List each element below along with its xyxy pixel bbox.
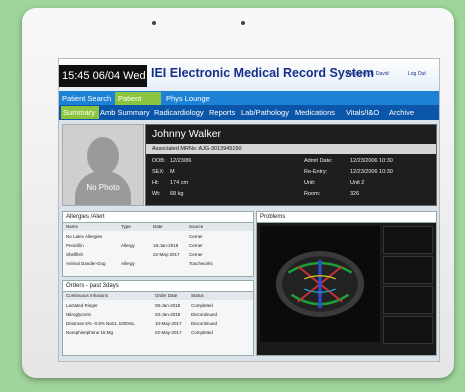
col-name: Name [66, 224, 79, 229]
order-status: Completed [191, 303, 213, 308]
allergies-panel: Allergies /Alert Name Type Date Source N… [62, 211, 254, 277]
orders-title: Orders - past 3days [63, 281, 253, 292]
scan-thumbnail[interactable] [383, 316, 433, 344]
problems-panel: Problems [256, 211, 437, 356]
order-name: Dextrose 5% -0.9% NaCL 1000mL [66, 321, 135, 326]
admit-value: 12/23/2006 10:30 [350, 158, 393, 164]
allergy-name: Penicillin [66, 243, 84, 248]
col-order-date: Order Date [155, 293, 178, 298]
reentry-label: Re-Entry: [304, 169, 328, 175]
allergies-title: Allergies /Alert [63, 212, 253, 223]
height-label: Ht: [152, 180, 160, 186]
order-date: 10-May-2017 [155, 321, 182, 326]
col-status: Status [191, 293, 204, 298]
allergy-source: Cerner [189, 234, 203, 239]
weight-label: Wt: [152, 191, 161, 197]
no-photo-label: No Photo [86, 183, 120, 192]
tab-summary[interactable]: Summary [61, 106, 99, 119]
top-bar: 15:45 06/04 Wed IEI Electronic Medical R… [59, 59, 439, 91]
unit-label: Unit: [304, 180, 316, 186]
order-name: Nitroglycerin [66, 312, 92, 317]
order-name: Norephinephrine 16 Mg [66, 330, 114, 335]
scan-thumbnails [383, 226, 433, 344]
problems-title: Problems [257, 212, 436, 223]
col-infusion: Continuous Infusions [66, 293, 109, 298]
tab-patient-search[interactable]: Patient Search [59, 92, 115, 105]
col-type: Type [121, 224, 131, 229]
secondary-tabs: Summary Amb Summary Radicardiology Repor… [59, 105, 439, 120]
room-value: 326 [350, 191, 360, 197]
order-status: Discontinued [191, 312, 218, 317]
scan-thumbnail[interactable] [383, 226, 433, 254]
sex-label: SEX: [152, 169, 165, 175]
tab-amb-summary[interactable]: Amb Summary [100, 106, 150, 119]
height-value: 174 cm [170, 180, 189, 186]
logout-link[interactable]: Log Out [408, 71, 426, 77]
avatar-head [87, 137, 119, 175]
dob-value: 12/23/86 [170, 158, 192, 164]
associated-mrn: Associated MRNs: AJG-3013945150 [146, 144, 436, 154]
order-date: 03-Jan-2018 [155, 312, 181, 317]
unit-value: Unit 2 [350, 180, 365, 186]
tab-patient-data[interactable]: Patient Data [115, 92, 161, 116]
room-label: Room: [304, 191, 321, 197]
content-area: No Photo Johnny Walker Associated MRNs: … [59, 120, 439, 361]
weight-value: 68 kg [170, 191, 184, 197]
primary-tabs: Patient Search Patient Data Phys Lounge [59, 91, 439, 116]
order-status: Discontinued [191, 321, 218, 326]
sensor-dot [241, 21, 245, 25]
app-title: IEI Electronic Medical Record System [151, 66, 374, 80]
order-date: 08-Jan-2018 [155, 303, 181, 308]
allergy-source: Cerner [189, 252, 203, 257]
tab-vitals[interactable]: Vitals/I&O [346, 106, 379, 119]
tab-radicardiology[interactable]: Radicardiology [154, 106, 204, 119]
col-date: Date [153, 224, 163, 229]
patient-card: Johnny Walker Associated MRNs: AJG-30139… [145, 124, 437, 206]
tab-lab-pathology[interactable]: Lab/Pathology [241, 106, 289, 119]
allergy-name: Animal Dander-Dog [66, 261, 106, 266]
order-date: 02-May-2017 [155, 330, 182, 335]
patient-photo: No Photo [62, 124, 144, 206]
scan-thumbnail[interactable] [383, 256, 433, 284]
allergy-date: 22-May-2017 [153, 252, 180, 257]
reentry-value: 12/23/2006 10:30 [350, 169, 393, 175]
allergy-type: Allergy [121, 261, 135, 266]
allergy-name: No Latex Allergies [66, 234, 103, 239]
order-name: Lactated Ringer [66, 303, 98, 308]
dob-label: DOB: [152, 158, 166, 164]
admit-label: Admit Date: [304, 158, 333, 164]
sex-value: M [170, 169, 175, 175]
allergy-date: 18-Jan-2018 [153, 243, 179, 248]
tab-phys-lounge[interactable]: Phys Lounge [163, 92, 217, 105]
col-source: Source [189, 224, 204, 229]
emr-screen: 15:45 06/04 Wed IEI Electronic Medical R… [58, 58, 440, 362]
orders-panel: Orders - past 3days Continuous Infusions… [62, 280, 254, 356]
tablet-frame: 15:45 06/04 Wed IEI Electronic Medical R… [22, 8, 454, 378]
allergy-type: Allergy [121, 243, 135, 248]
scan-thumbnail[interactable] [383, 286, 433, 314]
clock: 15:45 06/04 Wed [59, 65, 147, 87]
tab-archive[interactable]: Archive [389, 106, 414, 119]
allergy-name: Shellfish [66, 252, 84, 257]
tab-reports[interactable]: Reports [209, 106, 235, 119]
allergy-source: Cerner [189, 243, 203, 248]
camera-dot [152, 21, 156, 25]
order-status: Completed [191, 330, 213, 335]
allergy-source: Touchworks [189, 261, 213, 266]
welcome-text: Welcome Dr. David [346, 71, 389, 77]
brain-scan-image[interactable] [260, 226, 380, 342]
tab-medications[interactable]: Medications [295, 106, 335, 119]
patient-name: Johnny Walker [152, 128, 222, 140]
